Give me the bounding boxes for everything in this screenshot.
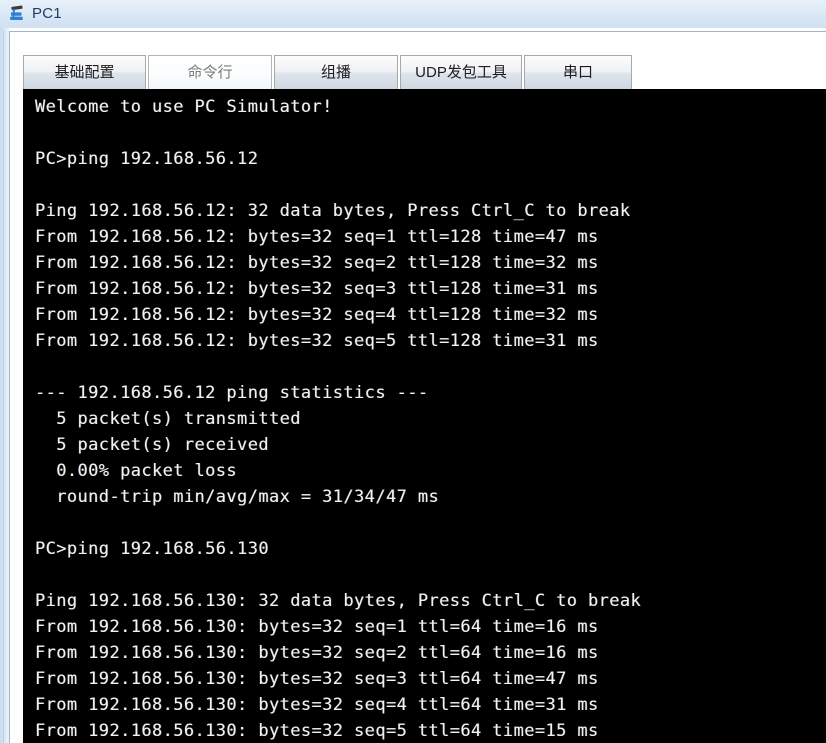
terminal-line: From 192.168.56.12: bytes=32 seq=5 ttl=1… xyxy=(35,331,599,351)
window-left-gutter-line xyxy=(3,30,4,743)
window-title: PC1 xyxy=(32,5,62,22)
terminal-line: From 192.168.56.130: bytes=32 seq=2 ttl=… xyxy=(35,643,599,663)
tab-udp-sender-label: UDP发包工具 xyxy=(415,64,507,81)
tab-multicast-label: 组播 xyxy=(320,64,351,81)
terminal-output: Welcome to use PC Simulator! PC>ping 192… xyxy=(23,90,826,743)
window-titlebar: PC1 xyxy=(0,0,826,28)
tab-serial-port-label: 串口 xyxy=(562,64,593,81)
terminal-line: PC>ping 192.168.56.130 xyxy=(35,539,269,559)
terminal-line: Ping 192.168.56.12: 32 data bytes, Press… xyxy=(35,201,631,221)
window-left-gutter xyxy=(0,28,9,743)
terminal-line: PC>ping 192.168.56.12 xyxy=(35,149,259,169)
terminal-line: From 192.168.56.12: bytes=32 seq=1 ttl=1… xyxy=(35,227,599,247)
terminal-line: Welcome to use PC Simulator! xyxy=(35,97,333,117)
terminal-line: --- 192.168.56.12 ping statistics --- xyxy=(35,383,429,403)
terminal-line: Ping 192.168.56.130: 32 data bytes, Pres… xyxy=(35,591,642,611)
terminal-line: From 192.168.56.12: bytes=32 seq=2 ttl=1… xyxy=(35,253,599,273)
tab-command-line-label: 命令行 xyxy=(187,64,233,81)
terminal-line: round-trip min/avg/max = 31/34/47 ms xyxy=(35,487,440,507)
tab-bar: 基础配置 命令行 组播 UDP发包工具 串口 xyxy=(23,53,634,89)
tab-basic-config-label: 基础配置 xyxy=(54,64,115,81)
terminal-line: From 192.168.56.130: bytes=32 seq=4 ttl=… xyxy=(35,695,599,715)
terminal-line: From 192.168.56.130: bytes=32 seq=5 ttl=… xyxy=(35,721,599,741)
tab-basic-config[interactable]: 基础配置 xyxy=(23,55,146,89)
content-panel: 基础配置 命令行 组播 UDP发包工具 串口 Welcome to use PC… xyxy=(9,31,826,743)
pc-device-icon xyxy=(8,4,28,24)
tab-serial-port[interactable]: 串口 xyxy=(524,55,632,89)
terminal-line: From 192.168.56.130: bytes=32 seq=3 ttl=… xyxy=(35,669,599,689)
terminal-line: 5 packet(s) received xyxy=(35,435,269,455)
terminal-console[interactable]: Welcome to use PC Simulator! PC>ping 192… xyxy=(23,89,826,743)
terminal-line: 5 packet(s) transmitted xyxy=(35,409,301,429)
terminal-line: From 192.168.56.12: bytes=32 seq=3 ttl=1… xyxy=(35,279,599,299)
pc-simulator-window: PC1 基础配置 命令行 组播 UDP发包工具 串口 Welcome to us… xyxy=(0,0,826,743)
terminal-line: 0.00% packet loss xyxy=(35,461,238,481)
tab-command-line[interactable]: 命令行 xyxy=(148,55,272,89)
tab-udp-sender[interactable]: UDP发包工具 xyxy=(400,55,522,89)
terminal-line: From 192.168.56.130: bytes=32 seq=1 ttl=… xyxy=(35,617,599,637)
tab-multicast[interactable]: 组播 xyxy=(274,55,398,89)
terminal-line: From 192.168.56.12: bytes=32 seq=4 ttl=1… xyxy=(35,305,599,325)
